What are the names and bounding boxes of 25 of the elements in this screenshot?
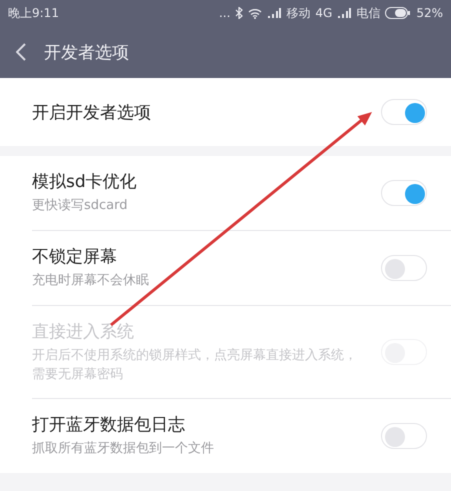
toggle-switch[interactable] bbox=[381, 180, 427, 206]
wifi-icon bbox=[248, 8, 262, 18]
signal-icon bbox=[337, 8, 352, 18]
page-title: 开发者选项 bbox=[44, 42, 129, 64]
toggle-switch[interactable] bbox=[381, 423, 427, 450]
setting-title: 模拟sd卡优化 bbox=[32, 171, 138, 193]
toggle-switch[interactable] bbox=[381, 254, 427, 281]
clock-time: 晚上9:11 bbox=[8, 4, 59, 22]
toggle-switch[interactable] bbox=[381, 99, 427, 125]
setting-description: 更快读写sdcard bbox=[32, 197, 129, 215]
bluetooth-icon bbox=[235, 7, 244, 19]
setting-title: 打开蓝牙数据包日志 bbox=[32, 414, 186, 436]
battery-percent: 52% bbox=[416, 6, 443, 20]
carrier-name: 电信 bbox=[356, 4, 380, 22]
setting-title: 开启开发者选项 bbox=[32, 102, 152, 124]
battery-icon bbox=[385, 7, 412, 19]
setting-description: 开启后不使用系统的锁屏样式，点亮屏幕直接进入系统，需要无屏幕密码 bbox=[32, 346, 358, 384]
network-type: 4G bbox=[315, 6, 332, 20]
more-dots: ... bbox=[218, 6, 230, 20]
setting-description: 抓取所有蓝牙数据包到一个文件 bbox=[32, 440, 215, 458]
signal-icon bbox=[267, 8, 282, 18]
setting-title: 不锁定屏幕 bbox=[32, 246, 118, 268]
carrier-name: 移动 bbox=[286, 4, 310, 22]
setting-description: 充电时屏幕不会休眠 bbox=[32, 272, 150, 290]
back-icon[interactable] bbox=[16, 43, 26, 61]
